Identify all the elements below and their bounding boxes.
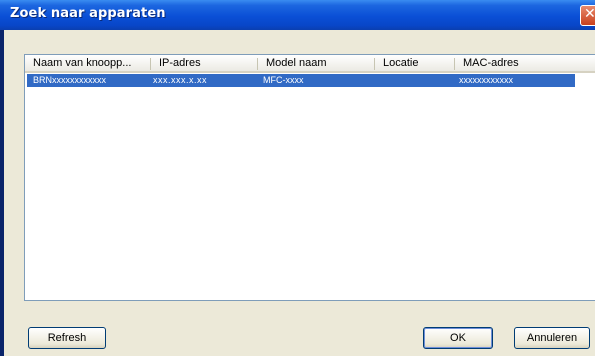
close-button[interactable]: ✕: [580, 5, 595, 26]
list-row-selected[interactable]: BRNxxxxxxxxxxxx xxx.xxx.x.xx MFC-xxxx xx…: [27, 74, 575, 87]
refresh-button[interactable]: Refresh: [28, 327, 106, 349]
column-header-model[interactable]: Model naam: [258, 55, 375, 73]
column-header-mac[interactable]: MAC-adres: [455, 55, 595, 73]
column-header-ip[interactable]: IP-adres: [151, 55, 258, 73]
cell-location: [379, 74, 455, 87]
cell-name: BRNxxxxxxxxxxxx: [33, 75, 107, 85]
column-header-label: Model naam: [266, 57, 327, 69]
column-header-label: Locatie: [383, 57, 419, 69]
title-bar[interactable]: Zoek naar apparaten ✕: [0, 0, 595, 30]
cell-ip: xxx.xxx.x.xx: [153, 75, 208, 85]
ok-button[interactable]: OK: [423, 327, 493, 349]
dialog-body: Naam van knoopp... IP-adres Model naam L…: [4, 30, 595, 356]
cancel-button[interactable]: Annuleren: [514, 327, 590, 349]
column-header-label: Naam van knoopp...: [33, 57, 132, 69]
cell-mac: xxxxxxxxxxxx: [459, 75, 513, 85]
list-header: Naam van knoopp... IP-adres Model naam L…: [25, 55, 595, 73]
device-list[interactable]: Naam van knoopp... IP-adres Model naam L…: [24, 54, 595, 301]
cell-model: MFC-xxxx: [263, 75, 304, 85]
column-header-location[interactable]: Locatie: [375, 55, 455, 73]
dialog-window: Zoek naar apparaten ✕ Naam van knoopp...…: [0, 0, 595, 356]
dialog-title: Zoek naar apparaten: [10, 6, 166, 21]
column-header-label: MAC-adres: [463, 57, 519, 69]
close-icon: ✕: [584, 6, 595, 22]
column-header-label: IP-adres: [159, 57, 201, 69]
column-header-name[interactable]: Naam van knoopp...: [25, 55, 151, 73]
